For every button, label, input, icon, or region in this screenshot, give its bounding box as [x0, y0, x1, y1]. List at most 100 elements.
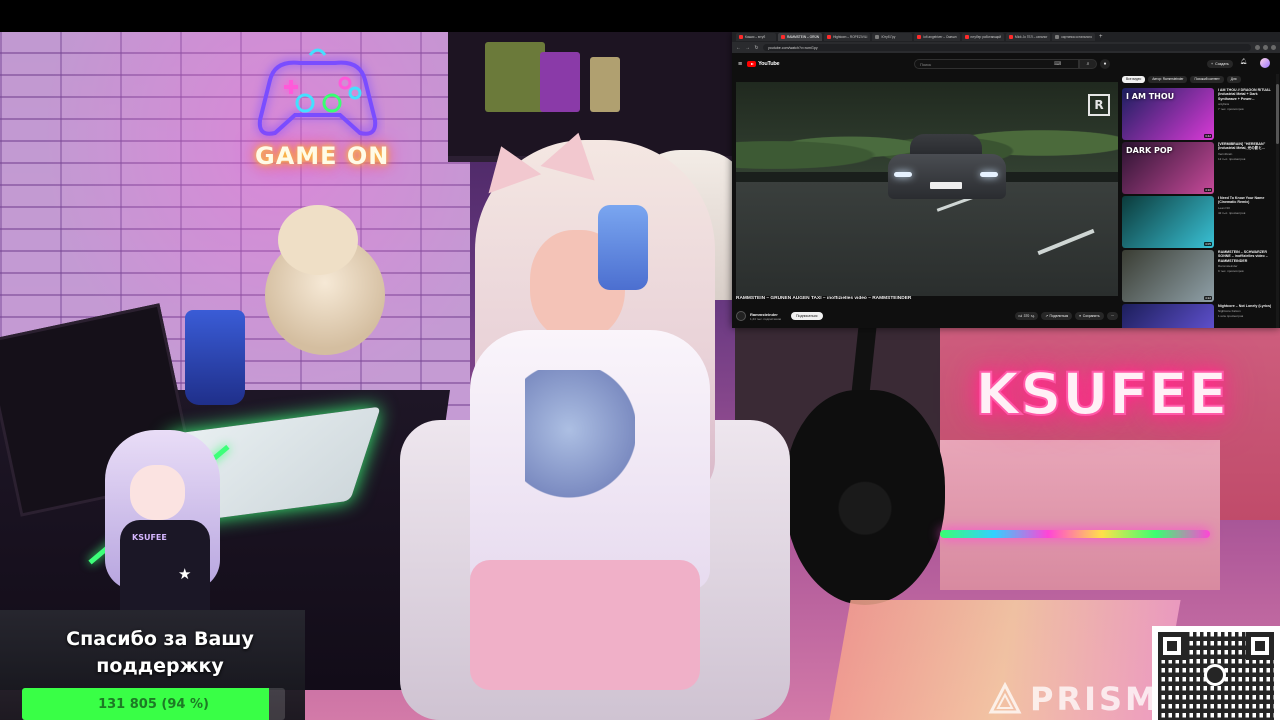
microphone-icon: ●	[1103, 61, 1107, 67]
video-duration: 4:22	[1204, 296, 1212, 300]
star-icon: ★	[178, 566, 192, 583]
recommendation-channel[interactable]: Rammsteinder	[1218, 264, 1276, 268]
qr-finder-pattern	[1158, 632, 1186, 660]
account-avatar[interactable]	[1260, 58, 1270, 68]
recommendation-item[interactable]: DARK POP 4:10 [VERMIBRAIN] "HEREBAN" (Indu…	[1122, 142, 1276, 194]
browser-tab-label: Ютуб.Гру	[881, 35, 896, 39]
recommendation-item[interactable]: 2:58Nightcore – Not Lonely (Lyrics)Night…	[1122, 304, 1276, 328]
thumbnail-text: I AM THOU	[1126, 92, 1175, 101]
youtube-favicon-icon	[781, 35, 785, 39]
save-button[interactable]: ≡ Сохранить	[1075, 312, 1104, 320]
recommendation-item[interactable]: 3:05 I Need To Know Your Name (Cinematic …	[1122, 196, 1276, 248]
recommendation-meta: Nightcore – Not Lonely (Lyrics) Nightcore…	[1218, 304, 1271, 328]
recommendation-channel[interactable]: Nightcore Falcon	[1218, 309, 1271, 313]
video-duration: 4:10	[1204, 188, 1212, 192]
recommendation-channel[interactable]: Lean NO	[1218, 206, 1276, 210]
recommendation-item[interactable]: I AM THOU 3:42 I AM THOU // DRAGON RITUAL …	[1122, 88, 1276, 140]
notifications-bell-icon[interactable]: 🔔︎	[1240, 59, 1247, 65]
browser-tab[interactable]: Кошки – ютуб	[736, 33, 776, 41]
filter-chip[interactable]: Для	[1226, 75, 1241, 83]
shelf-figure	[540, 52, 580, 112]
thumbs-up-icon: 👍︎	[1018, 314, 1023, 318]
recommendation-views: 7 тыс. просмотров	[1218, 107, 1244, 112]
prism-watermark: PRISM	[988, 680, 1160, 718]
car-headlight	[980, 172, 998, 177]
shelf-figure	[485, 42, 545, 112]
browser-tab[interactable]: lofi angelriver – Смешн	[914, 33, 960, 41]
filter-chips: Все видео Автор: Rammsteinder Похожий конт…	[1122, 74, 1276, 84]
youtube-logo-text: YouTube	[758, 61, 780, 67]
more-actions-button[interactable]: ⋯	[1106, 312, 1118, 320]
browser-tab-label: Hightown – ROPEZIVILI	[833, 35, 868, 39]
browser-tab[interactable]: Ютуб.Гру	[872, 33, 913, 41]
youtube-logo[interactable]: YouTube	[747, 61, 780, 67]
voice-search-button[interactable]: ●	[1100, 59, 1110, 69]
reload-icon[interactable]: ↻	[754, 45, 759, 51]
youtube-favicon-icon	[827, 35, 832, 39]
subscriber-count: 1,24 тыс. подписчиков	[750, 316, 781, 321]
stream-frame: GAME ON KSUFEE KSUFEE ★ Кошки – ютуб RAMM…	[0, 0, 1280, 720]
save-icon: ≡	[1079, 314, 1082, 318]
filter-chip[interactable]: Все видео	[1122, 75, 1146, 83]
browser-tab[interactable]: картинка остального	[1052, 33, 1095, 41]
scrollbar-thumb[interactable]	[1276, 84, 1279, 144]
extension-icon[interactable]	[1263, 45, 1268, 50]
sidebar-scrollbar[interactable]	[1276, 74, 1279, 328]
filter-chip[interactable]: Автор: Rammsteinder	[1148, 75, 1188, 83]
video-thumbnail[interactable]: 4:22	[1122, 250, 1214, 302]
recommendation-title[interactable]: [VERMIBRAIN] "HEREBAN" (Industrial Metal…	[1218, 142, 1276, 151]
video-thumbnail[interactable]: 2:58	[1122, 304, 1214, 328]
recommendation-channel[interactable]: Vermibrain	[1218, 152, 1276, 156]
extension-icon[interactable]	[1255, 45, 1260, 50]
create-button[interactable]: + Создать	[1207, 60, 1233, 68]
back-icon[interactable]: ←	[736, 45, 741, 51]
video-duration: 3:05	[1204, 242, 1212, 246]
recommendation-title[interactable]: RAMMSTEIN – SCHWARZER SONNE – inoffiziel…	[1218, 250, 1276, 263]
video-player[interactable]: R	[736, 82, 1118, 296]
subscribe-button[interactable]: Подписаться	[790, 312, 823, 320]
share-button[interactable]: ↗ Поделиться	[1041, 312, 1073, 320]
browser-tab-strip: Кошки – ютуб RAMMSTEIN – GRÜN Hightown – R…	[732, 32, 1280, 42]
keyboard-icon[interactable]: ⌨	[1054, 61, 1061, 67]
page-favicon-icon	[1055, 35, 1060, 39]
shelf-figure	[590, 57, 620, 112]
rammstein-logo-icon: R	[1088, 94, 1110, 116]
recommendation-item[interactable]: 4:22 RAMMSTEIN – SCHWARZER SONNE – inoffi…	[1122, 250, 1276, 302]
recommendation-views: 9 тыс. просмотров	[1218, 269, 1244, 274]
recommendation-meta: I Need To Know Your Name (Cinematic Remi…	[1218, 196, 1276, 248]
profile-icon[interactable]	[1271, 45, 1276, 50]
forward-icon[interactable]: →	[745, 45, 750, 51]
channel-avatar[interactable]	[736, 311, 746, 321]
video-frame-car	[888, 134, 1006, 204]
video-thumbnail[interactable]: I AM THOU 3:42	[1122, 88, 1214, 140]
video-duration: 3:42	[1204, 134, 1212, 138]
page-favicon-icon	[875, 35, 880, 39]
address-bar[interactable]: youtube.com/watch?v=rumGpy	[763, 44, 1251, 51]
recommendation-meta: RAMMSTEIN – SCHWARZER SONNE – inoffiziel…	[1218, 250, 1276, 302]
search-button[interactable]: ⌕	[1079, 59, 1097, 69]
youtube-header: ≡ YouTube Поиск ⌨ ⌕ ● + Создать 🔔︎	[732, 54, 1280, 74]
new-tab-button[interactable]: +	[1099, 34, 1103, 40]
browser-tab[interactable]: Mick Jo ГЕЛ – каталог	[1006, 33, 1051, 41]
hamburger-menu-icon[interactable]: ≡	[738, 61, 742, 68]
share-label: Поделиться	[1049, 314, 1069, 318]
letterbox-top	[0, 0, 1280, 32]
channel-meta: Rammsteinder 1,24 тыс. подписчиков	[750, 312, 781, 321]
filter-chip[interactable]: Похожий контент	[1190, 75, 1224, 83]
browser-tab[interactable]: ютубер работающий	[961, 33, 1005, 41]
recommendation-title[interactable]: Nightcore – Not Lonely (Lyrics)	[1218, 304, 1271, 308]
recommendation-channel[interactable]: onlyfans	[1218, 102, 1276, 106]
browser-tab[interactable]: Hightown – ROPEZIVILI	[824, 33, 871, 41]
recommendation-title[interactable]: I Need To Know Your Name (Cinematic Remi…	[1218, 196, 1276, 205]
teddy-bear-head	[278, 205, 358, 275]
browser-tab-label: RAMMSTEIN – GRÜN	[787, 35, 820, 39]
video-thumbnail[interactable]: 3:05	[1122, 196, 1214, 248]
thumbs-down-icon: 👎︎	[1030, 314, 1035, 318]
video-thumbnail[interactable]: DARK POP 4:10	[1122, 142, 1214, 194]
recommendation-title[interactable]: I AM THOU // DRAGON RITUAL (Industrial M…	[1218, 88, 1276, 101]
like-button[interactable]: 👍︎ 370 👎︎	[1014, 312, 1039, 320]
qr-code	[1152, 626, 1280, 720]
browser-tab[interactable]: RAMMSTEIN – GRÜN	[778, 33, 823, 41]
browser-toolbar: ← → ↻ youtube.com/watch?v=rumGpy	[732, 42, 1280, 53]
neon-ksufee-sign: KSUFEE	[974, 359, 1229, 429]
